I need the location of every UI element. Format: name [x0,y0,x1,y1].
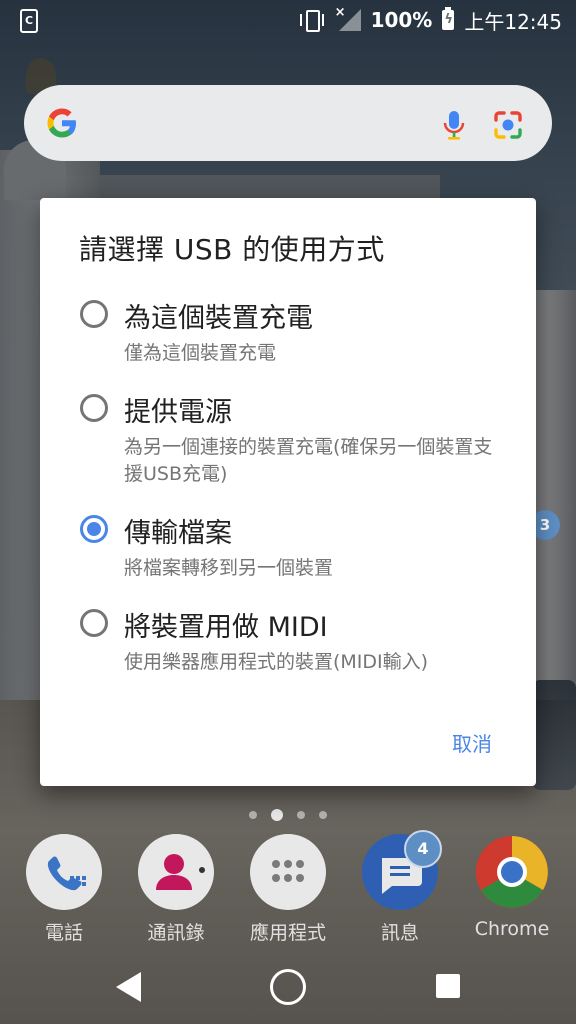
recents-icon[interactable] [436,974,460,998]
dock-label: 通訊錄 [147,922,205,944]
app-notification-icon: C [20,9,38,33]
page-indicator [0,808,576,822]
page-dot[interactable] [319,811,327,819]
signal-no-service-icon: × [335,5,361,31]
usb-mode-dialog: 請選擇 USB 的使用方式 為這個裝置充電 僅為這個裝置充電 提供電源 為另一個… [40,198,536,786]
home-icon[interactable] [270,969,306,1005]
google-search-bar[interactable] [24,85,552,161]
app-drawer-icon [250,834,326,910]
page-dot-active[interactable] [271,809,283,821]
back-icon[interactable] [116,972,141,1002]
radio-button[interactable] [80,300,108,328]
battery-charging-icon: ϟ [442,7,455,30]
option-title: 傳輸檔案 [124,518,232,549]
chrome-icon [474,834,550,910]
dock-label: Chrome [474,918,550,940]
dialog-title: 請選擇 USB 的使用方式 [79,233,385,266]
radio-button-selected[interactable] [80,515,108,543]
dock-label: 訊息 [380,922,419,944]
dock-item-messages[interactable]: 4 訊息 [344,830,456,945]
google-lens-icon[interactable] [488,105,528,145]
option-description: 使用樂器應用程式的裝置(MIDI輸入) [124,651,429,673]
status-bar: C × 100% ϟ 上午12:45 [0,0,576,40]
clock: 上午12:45 [464,9,562,34]
phone-icon [26,834,102,910]
option-description: 將檔案轉移到另一個裝置 [124,557,334,579]
option-title: 提供電源 [124,397,232,428]
home-dock: 電話 通訊錄 應用程式 4 訊息 Chrome [0,830,576,950]
microphone-icon[interactable] [436,107,472,143]
dock-item-phone[interactable]: 電話 [8,830,120,945]
messages-badge: 4 [404,830,442,868]
option-title: 將裝置用做 MIDI [124,612,328,643]
messages-icon: 4 [362,830,442,910]
dock-label: 應用程式 [249,922,326,944]
dock-item-apps[interactable]: 應用程式 [232,830,344,945]
radio-button[interactable] [80,609,108,637]
status-right-group: × 100% ϟ 上午12:45 [297,5,562,34]
option-title: 為這個裝置充電 [124,303,313,334]
radio-button[interactable] [80,394,108,422]
option-description: 為另一個連接的裝置充電(確保另一個裝置支援USB充電) [124,436,493,485]
page-dot[interactable] [249,811,257,819]
battery-percent: 100% [370,8,433,32]
page-dot[interactable] [297,811,305,819]
cancel-button[interactable]: 取消 [452,728,492,757]
dock-label: 電話 [44,922,83,944]
contacts-icon [138,834,214,910]
google-g-icon [47,108,76,138]
navigation-bar [0,950,576,1024]
dock-item-contacts[interactable]: 通訊錄 [120,830,232,945]
vibrate-icon [297,9,327,32]
option-description: 僅為這個裝置充電 [124,342,277,364]
dock-item-chrome[interactable]: Chrome [456,830,568,940]
